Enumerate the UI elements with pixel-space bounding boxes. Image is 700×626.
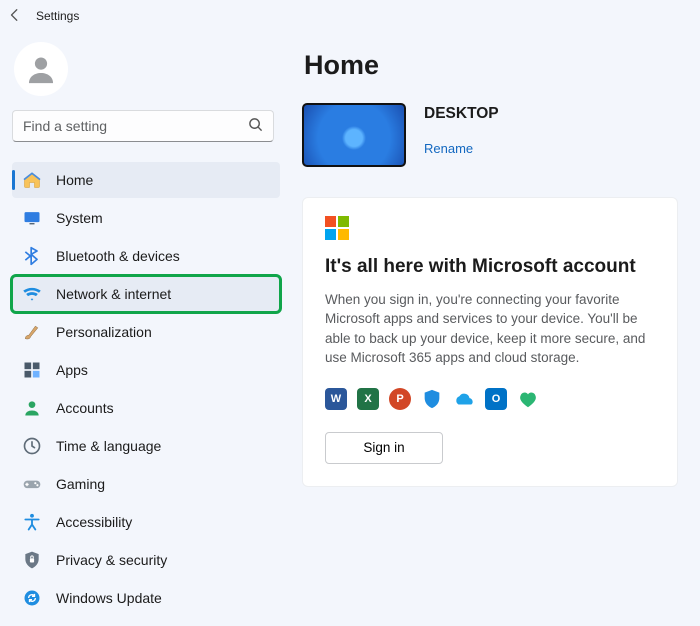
apps-icon [22,360,42,380]
card-body: When you sign in, you're connecting your… [325,290,655,368]
nav-item-system[interactable]: System [12,200,280,236]
back-button[interactable] [8,8,22,25]
nav-item-privacy[interactable]: Privacy & security [12,542,280,578]
excel-icon: X [357,388,379,410]
nav-item-bluetooth[interactable]: Bluetooth & devices [12,238,280,274]
nav-label: Time & language [56,438,161,454]
defender-icon [421,388,443,410]
person-icon [22,398,42,418]
nav-item-time-language[interactable]: Time & language [12,428,280,464]
card-title: It's all here with Microsoft account [325,256,655,278]
accessibility-icon [22,512,42,532]
microsoft-logo-icon [325,216,349,240]
ms-account-card: It's all here with Microsoft account Whe… [302,197,678,487]
device-name: DESKTOP [424,105,499,123]
window-title: Settings [36,9,79,23]
onedrive-icon [453,388,475,410]
nav-label: Network & internet [56,286,171,302]
family-icon [517,388,539,410]
search-icon [248,117,263,135]
outlook-icon: O [485,388,507,410]
brush-icon [22,322,42,342]
clock-icon [22,436,42,456]
nav-item-home[interactable]: Home [12,162,280,198]
nav-label: Gaming [56,476,105,492]
nav-label: System [56,210,103,226]
rename-link[interactable]: Rename [424,141,499,156]
user-avatar[interactable] [14,42,68,96]
nav-label: Home [56,172,93,188]
word-icon: W [325,388,347,410]
system-icon [22,208,42,228]
nav-item-gaming[interactable]: Gaming [12,466,280,502]
nav-label: Privacy & security [56,552,167,568]
nav-item-apps[interactable]: Apps [12,352,280,388]
sign-in-button[interactable]: Sign in [325,432,443,464]
nav-label: Personalization [56,324,152,340]
nav-item-windows-update[interactable]: Windows Update [12,580,280,616]
shield-icon [22,550,42,570]
wifi-icon [22,284,42,304]
nav-label: Windows Update [56,590,162,606]
wallpaper-thumbnail[interactable] [302,103,406,167]
page-title: Home [304,50,678,81]
nav-item-personalization[interactable]: Personalization [12,314,280,350]
update-icon [22,588,42,608]
home-icon [22,170,42,190]
nav-list: Home System Bluetooth & devices Network … [12,162,280,616]
nav-item-accessibility[interactable]: Accessibility [12,504,280,540]
nav-label: Accounts [56,400,114,416]
nav-label: Apps [56,362,88,378]
search-input[interactable] [23,118,248,134]
nav-label: Bluetooth & devices [56,248,180,264]
search-box[interactable] [12,110,274,142]
nav-label: Accessibility [56,514,132,530]
nav-item-accounts[interactable]: Accounts [12,390,280,426]
nav-item-network[interactable]: Network & internet [12,276,280,312]
app-icon-row: W X P O [325,388,655,410]
bluetooth-icon [22,246,42,266]
gamepad-icon [22,474,42,494]
powerpoint-icon: P [389,388,411,410]
device-summary: DESKTOP Rename [302,103,678,167]
